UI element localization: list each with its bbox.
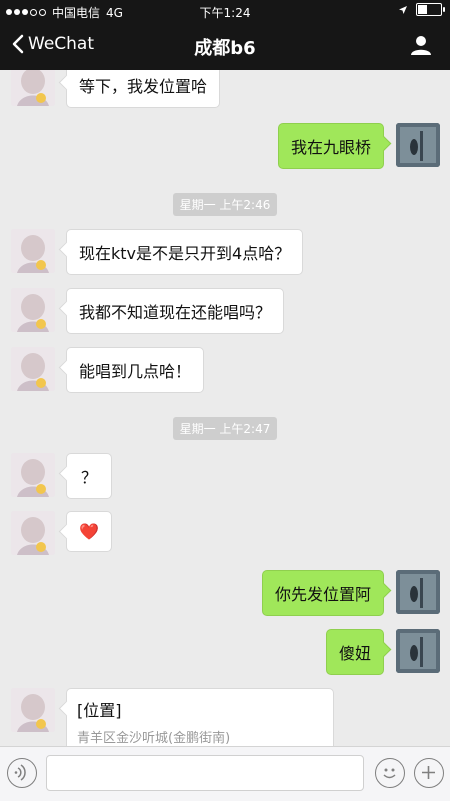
timestamp: 星期一 上午2:47 — [0, 417, 450, 440]
contact-avatar[interactable] — [11, 229, 55, 273]
message-row-outgoing: 傻妞 — [0, 628, 450, 675]
message-row-incoming: 现在ktv是不是只开到4点哈？ — [0, 228, 450, 275]
my-avatar[interactable] — [396, 123, 440, 167]
voice-icon — [14, 764, 26, 781]
status-right — [398, 3, 445, 16]
message-bubble[interactable]: 等下，我发位置哈 — [66, 70, 221, 108]
emoji-button[interactable] — [375, 758, 405, 788]
message-bubble[interactable]: ？ — [66, 453, 113, 499]
message-row-incoming: 能唱到几点哈！ — [0, 346, 450, 393]
location-message[interactable]: [位置] 青羊区金沙听城(金鹏街南) — [66, 688, 334, 746]
message-input[interactable] — [46, 755, 364, 791]
contact-avatar[interactable] — [11, 688, 55, 732]
message-row-incoming: 我都不知道现在还能唱吗？ — [0, 287, 450, 334]
message-row-incoming: [位置] 青羊区金沙听城(金鹏街南) — [0, 687, 450, 746]
message-row-outgoing: 我在九眼桥 — [0, 122, 450, 169]
plus-icon — [422, 766, 435, 779]
location-title: [位置] — [77, 701, 122, 720]
message-bubble[interactable]: 傻妞 — [325, 629, 384, 675]
chat-title: 成都b6 — [194, 38, 256, 59]
message-list[interactable]: 等下，我发位置哈 我在九眼桥 星期一 上午2:46 现在ktv是不是只开到4点哈… — [0, 70, 450, 746]
more-button[interactable] — [414, 758, 444, 788]
nav-bar: WeChat 成都b6 — [0, 22, 450, 70]
contact-avatar[interactable] — [11, 347, 55, 391]
location-arrow-icon — [399, 5, 407, 14]
status-bar: 中国电信 4G 下午1:24 — [0, 0, 450, 22]
message-row-incoming: ？ — [0, 452, 450, 499]
message-bubble[interactable]: 你先发位置阿 — [261, 570, 384, 616]
profile-button[interactable] — [410, 34, 432, 60]
location-address: 青羊区金沙听城(金鹏街南) — [77, 731, 231, 746]
person-icon — [411, 36, 431, 55]
message-bubble[interactable]: 我都不知道现在还能唱吗？ — [66, 288, 285, 334]
input-bar — [0, 746, 450, 801]
message-bubble[interactable]: 我在九眼桥 — [277, 123, 384, 169]
smiley-icon — [383, 768, 396, 779]
timestamp: 星期一 上午2:46 — [0, 193, 450, 216]
message-bubble[interactable]: 现在ktv是不是只开到4点哈？ — [66, 229, 304, 275]
message-row-incoming: ❤️ — [0, 510, 450, 556]
my-avatar[interactable] — [396, 629, 440, 673]
message-bubble[interactable]: 能唱到几点哈！ — [66, 347, 205, 393]
battery-icon — [416, 3, 445, 16]
heart-emoji-bubble[interactable]: ❤️ — [66, 511, 112, 552]
voice-button[interactable] — [7, 758, 37, 788]
my-avatar[interactable] — [396, 570, 440, 614]
message-row-outgoing: 你先发位置阿 — [0, 569, 450, 616]
message-row-incoming: 等下，我发位置哈 — [0, 70, 450, 110]
clock: 下午1:24 — [199, 6, 251, 20]
contact-avatar[interactable] — [11, 288, 55, 332]
contact-avatar[interactable] — [11, 511, 55, 555]
contact-avatar[interactable] — [11, 453, 55, 497]
contact-avatar[interactable] — [11, 70, 55, 106]
